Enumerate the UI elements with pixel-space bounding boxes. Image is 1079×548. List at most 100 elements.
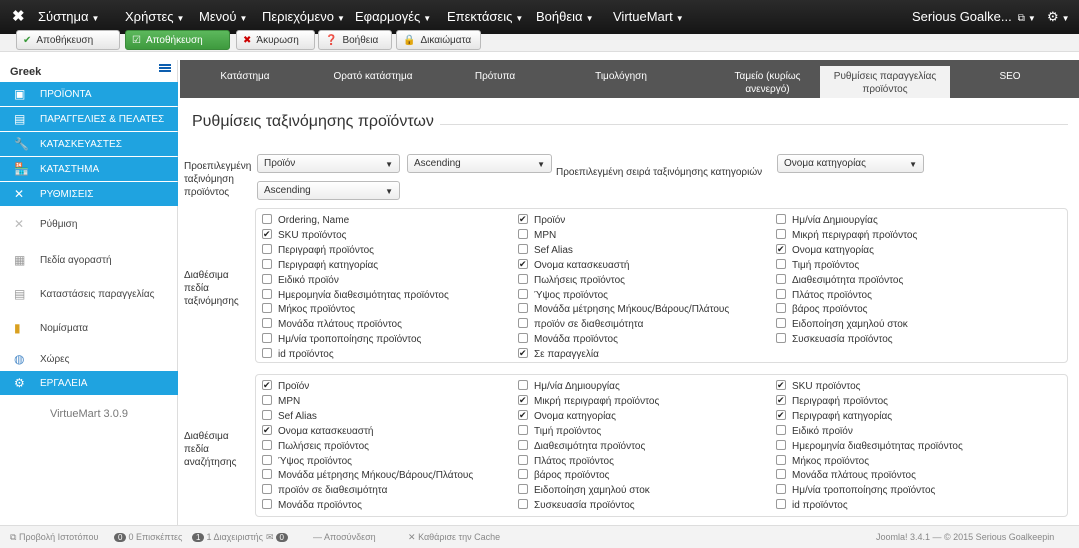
- menu-content[interactable]: Περιεχόμενο ▼: [262, 9, 345, 24]
- save-close-button[interactable]: ☑ Αποθήκευση: [125, 30, 230, 50]
- unchecked-checkbox[interactable]: [518, 228, 528, 239]
- field-checkbox-item[interactable]: Ημ/νία τροποποίησης προϊόντος: [776, 484, 935, 498]
- field-checkbox-item[interactable]: Προϊόν: [518, 212, 565, 228]
- sidebar-item-countries[interactable]: ◍ Χώρες: [0, 347, 178, 371]
- default-order-direction2-select[interactable]: Ascending ▼: [257, 181, 400, 200]
- checked-checkbox[interactable]: [776, 378, 786, 392]
- unchecked-checkbox[interactable]: [262, 348, 272, 359]
- unchecked-checkbox[interactable]: [776, 288, 786, 299]
- unchecked-checkbox[interactable]: [776, 273, 786, 284]
- checked-checkbox[interactable]: [518, 212, 528, 226]
- unchecked-checkbox[interactable]: [262, 243, 272, 254]
- field-checkbox-item[interactable]: Ordering, Name: [262, 214, 349, 228]
- unchecked-checkbox[interactable]: [518, 424, 528, 435]
- field-checkbox-item[interactable]: προϊόν σε διαθεσιμότητα: [262, 484, 387, 498]
- sidebar-item-tools[interactable]: ⚙ ΕΡΓΑΛΕΙΑ: [0, 371, 178, 395]
- tab-pricing[interactable]: Τιμολόγηση: [586, 70, 656, 83]
- field-checkbox-item[interactable]: Ειδοποίηση χαμηλού στοκ: [776, 318, 908, 332]
- menu-system[interactable]: Σύστημα ▼: [38, 9, 99, 24]
- sidebar-item-manufacturers[interactable]: 🔧 ΚΑΤΑΣΚΕΥΑΣΤΕΣ: [0, 132, 178, 156]
- unchecked-checkbox[interactable]: [262, 273, 272, 284]
- sidebar-item-order-statuses[interactable]: ▤ Καταστάσεις παραγγελίας: [0, 282, 178, 306]
- cancel-button[interactable]: ✖ Άκυρωση: [236, 30, 315, 50]
- unchecked-checkbox[interactable]: [776, 258, 786, 269]
- tab-shop[interactable]: Κατάστημα: [210, 70, 280, 83]
- permissions-button[interactable]: 🔒 Δικαιώματα: [396, 30, 481, 50]
- checked-checkbox[interactable]: [262, 227, 272, 241]
- field-checkbox-item[interactable]: Συσκευασία προϊόντος: [776, 333, 893, 347]
- unchecked-checkbox[interactable]: [262, 318, 272, 329]
- unchecked-checkbox[interactable]: [776, 318, 786, 329]
- field-checkbox-item[interactable]: βάρος προϊόντος: [776, 303, 868, 317]
- tab-seo[interactable]: SEO: [990, 70, 1030, 83]
- unchecked-checkbox[interactable]: [518, 499, 528, 510]
- unchecked-checkbox[interactable]: [518, 454, 528, 465]
- default-order-field-select[interactable]: Προϊόν ▼: [257, 154, 400, 173]
- field-checkbox-item[interactable]: προϊόν σε διαθεσιμότητα: [518, 318, 643, 332]
- checked-checkbox[interactable]: [776, 408, 786, 422]
- checked-checkbox[interactable]: [518, 346, 528, 360]
- unchecked-checkbox[interactable]: [776, 499, 786, 510]
- field-checkbox-item[interactable]: βάρος προϊόντος: [518, 469, 610, 483]
- unchecked-checkbox[interactable]: [518, 469, 528, 480]
- field-checkbox-item[interactable]: id προϊόντος: [262, 348, 334, 362]
- field-checkbox-item[interactable]: Ειδικό προϊόν: [262, 273, 339, 288]
- field-checkbox-item[interactable]: Περιγραφή προϊόντος: [262, 243, 374, 258]
- checked-checkbox[interactable]: [518, 393, 528, 407]
- unchecked-checkbox[interactable]: [518, 380, 528, 390]
- field-checkbox-item[interactable]: Περιγραφή κατηγορίας: [262, 258, 378, 273]
- field-checkbox-item[interactable]: Διαθεσιμότητα προϊόντος: [518, 439, 645, 454]
- unchecked-checkbox[interactable]: [262, 469, 272, 480]
- field-checkbox-item[interactable]: Μονάδα μέτρησης Μήκους/Βάρους/Πλάτους: [518, 303, 729, 317]
- unchecked-checkbox[interactable]: [262, 214, 272, 224]
- field-checkbox-item[interactable]: Ονομα κατηγορίας: [776, 242, 874, 258]
- site-link[interactable]: Serious Goalke... ⧉ ▼: [912, 9, 1036, 24]
- menu-virtuemart[interactable]: VirtueMart ▼: [613, 9, 684, 24]
- logout-link[interactable]: — Αποσύνδεση: [313, 532, 376, 542]
- field-checkbox-item[interactable]: Τιμή προϊόντος: [518, 424, 601, 439]
- field-checkbox-item[interactable]: Ονομα κατηγορίας: [518, 408, 616, 424]
- field-checkbox-item[interactable]: Μονάδα πλάτους προϊόντος: [262, 318, 402, 332]
- unchecked-checkbox[interactable]: [262, 454, 272, 465]
- save-button[interactable]: ✔ Αποθήκευση: [16, 30, 120, 50]
- default-order-direction-select[interactable]: Ascending ▼: [407, 154, 552, 173]
- field-checkbox-item[interactable]: Πλάτος προϊόντος: [518, 454, 614, 469]
- unchecked-checkbox[interactable]: [518, 439, 528, 450]
- sidebar-item-orders[interactable]: ▤ ΠΑΡΑΓΓΕΛΙΕΣ & ΠΕΛΑΤΕΣ: [0, 107, 178, 131]
- field-checkbox-item[interactable]: Ύψος προϊόντος: [518, 288, 608, 303]
- field-checkbox-item[interactable]: Ημ/νία Δημιουργίας: [518, 380, 620, 394]
- menu-components[interactable]: Εφαρμογές ▼: [355, 9, 431, 24]
- field-checkbox-item[interactable]: Προϊόν: [262, 378, 309, 394]
- unchecked-checkbox[interactable]: [776, 228, 786, 239]
- tab-templates[interactable]: Πρότυπα: [465, 70, 525, 83]
- unchecked-checkbox[interactable]: [518, 243, 528, 254]
- checked-checkbox[interactable]: [518, 257, 528, 271]
- field-checkbox-item[interactable]: Ημερομηνία διαθεσιμότητας προϊόντος: [776, 439, 963, 454]
- field-checkbox-item[interactable]: Ονομα κατασκευαστή: [518, 257, 629, 273]
- checked-checkbox[interactable]: [262, 378, 272, 392]
- field-checkbox-item[interactable]: Μονάδα μέτρησης Μήκους/Βάρους/Πλάτους: [262, 469, 473, 483]
- field-checkbox-item[interactable]: Ημερομηνία διαθεσιμότητας προϊόντος: [262, 288, 449, 303]
- checked-checkbox[interactable]: [262, 423, 272, 437]
- tab-product-order[interactable]: Ρυθμίσεις παραγγελίας προϊόντος: [820, 66, 950, 98]
- unchecked-checkbox[interactable]: [518, 273, 528, 284]
- unchecked-checkbox[interactable]: [776, 469, 786, 480]
- menu-users[interactable]: Χρήστες ▼: [125, 9, 184, 24]
- checked-checkbox[interactable]: [776, 242, 786, 256]
- sidebar-item-currencies[interactable]: ▮ Νομίσματα: [0, 316, 178, 340]
- field-checkbox-item[interactable]: id προϊόντος: [776, 499, 848, 513]
- sidebar-item-shopper-fields[interactable]: ▦ Πεδία αγοραστή: [0, 248, 178, 272]
- unchecked-checkbox[interactable]: [518, 303, 528, 314]
- sidebar-item-setup[interactable]: ✕ Ρύθμιση: [0, 212, 178, 236]
- unchecked-checkbox[interactable]: [776, 484, 786, 495]
- unchecked-checkbox[interactable]: [518, 288, 528, 299]
- field-checkbox-item[interactable]: Ονομα κατασκευαστή: [262, 423, 373, 439]
- field-checkbox-item[interactable]: Μονάδα προϊόντος: [518, 333, 618, 347]
- unchecked-checkbox[interactable]: [262, 484, 272, 495]
- unchecked-checkbox[interactable]: [518, 484, 528, 495]
- field-checkbox-item[interactable]: MPN: [518, 228, 556, 243]
- unchecked-checkbox[interactable]: [776, 214, 786, 224]
- field-checkbox-item[interactable]: Μονάδα προϊόντος: [262, 499, 362, 513]
- unchecked-checkbox[interactable]: [262, 333, 272, 344]
- unchecked-checkbox[interactable]: [262, 258, 272, 269]
